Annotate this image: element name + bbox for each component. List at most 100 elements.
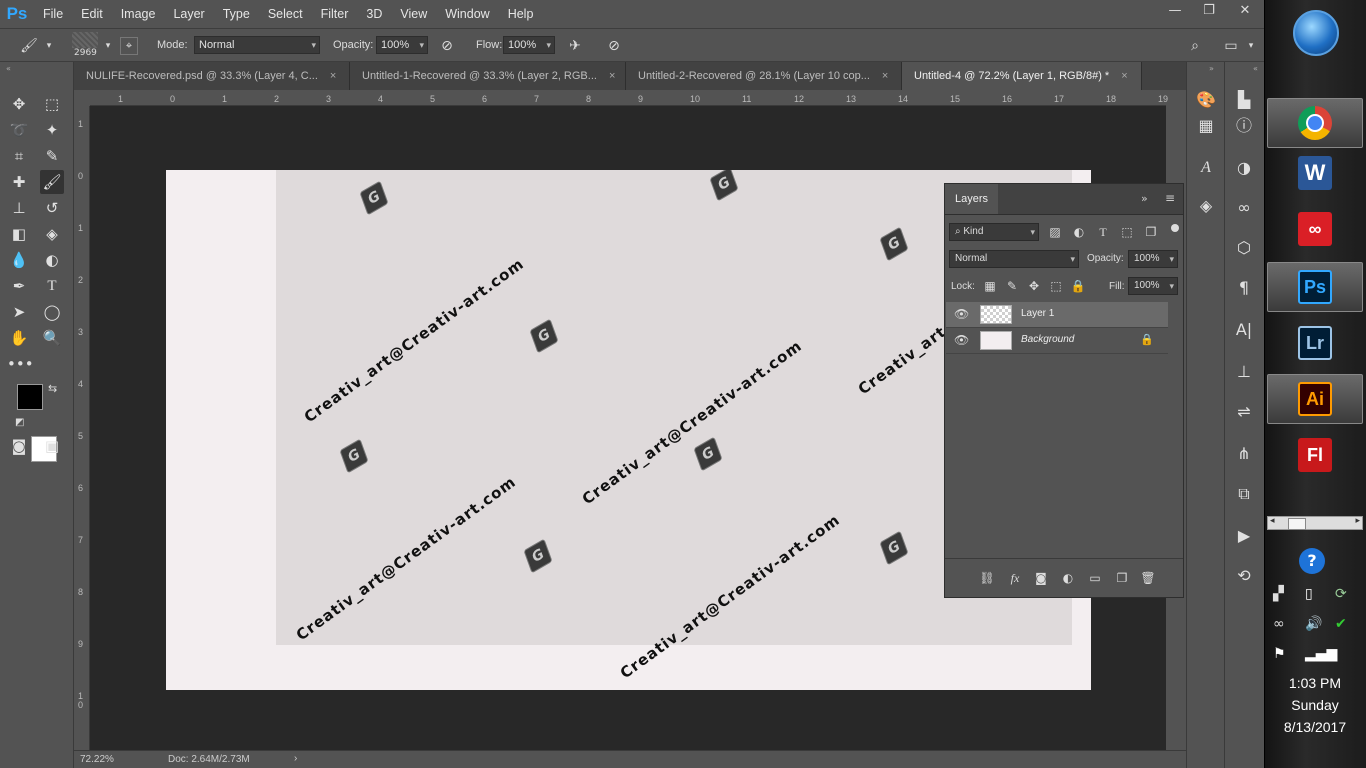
brush-size-preview[interactable] bbox=[72, 32, 98, 48]
swatches-panel-icon[interactable]: ▦ bbox=[1194, 114, 1218, 138]
history-brush-tool-icon[interactable]: ↺ bbox=[40, 196, 64, 220]
chevron-down-icon[interactable]: ▾ bbox=[99, 37, 117, 55]
lock-position-icon[interactable]: ✥ bbox=[1026, 278, 1042, 294]
close-icon[interactable]: × bbox=[1121, 70, 1127, 82]
link-layers-icon[interactable]: ⛓ bbox=[979, 570, 995, 586]
eraser-tool-icon[interactable]: ◧ bbox=[7, 222, 31, 246]
eyedropper-tool-icon[interactable]: ✎ bbox=[40, 144, 64, 168]
scroll-thumb[interactable] bbox=[1288, 518, 1306, 530]
menu-select[interactable]: Select bbox=[259, 7, 312, 21]
character-icon[interactable]: A| bbox=[1232, 318, 1256, 342]
update-tray-icon[interactable]: ⟳ bbox=[1335, 586, 1347, 602]
taskbar-scrollbar[interactable]: ◂ ▸ bbox=[1267, 516, 1363, 530]
healing-brush-tool-icon[interactable]: ✚ bbox=[7, 170, 31, 194]
lock-transparent-icon[interactable]: ▦ bbox=[982, 278, 998, 294]
network-tray-icon[interactable]: ▞ bbox=[1273, 586, 1284, 602]
close-button[interactable]: ✕ bbox=[1226, 0, 1264, 22]
clock[interactable]: 1:03 PM Sunday 8/13/2017 bbox=[1265, 672, 1365, 738]
libraries-icon[interactable]: ∞ bbox=[1232, 196, 1256, 220]
vertical-ruler[interactable]: 101234567891 0 bbox=[74, 106, 90, 750]
ellipse-tool-icon[interactable]: ◯ bbox=[40, 300, 64, 324]
close-icon[interactable]: × bbox=[330, 70, 336, 82]
new-layer-icon[interactable]: ❐ bbox=[1114, 570, 1130, 586]
filter-kind-select[interactable]: ⌕ Kind ▾ bbox=[949, 223, 1039, 241]
menu-view[interactable]: View bbox=[391, 7, 436, 21]
pressure-opacity-icon[interactable]: ⊘ bbox=[438, 37, 456, 55]
filter-pixel-icon[interactable]: ▨ bbox=[1047, 224, 1063, 240]
layer-row-layer-1[interactable]: 👁 Layer 1 bbox=[946, 302, 1168, 328]
filter-adjustment-icon[interactable]: ◐ bbox=[1071, 224, 1087, 240]
info-icon[interactable]: ⓘ bbox=[1232, 114, 1256, 138]
path-select-tool-icon[interactable]: ➤ bbox=[7, 300, 31, 324]
type-tool-icon[interactable]: T bbox=[40, 274, 64, 298]
volume-icon[interactable]: 🔊 bbox=[1305, 616, 1322, 632]
color-panel-icon[interactable]: 🎨 bbox=[1194, 88, 1218, 112]
filter-smart-object-icon[interactable]: ❐ bbox=[1143, 224, 1159, 240]
tab-untitled-2[interactable]: Untitled-2-Recovered @ 28.1% (Layer 10 c… bbox=[626, 62, 902, 90]
adjustments-icon[interactable]: ◑ bbox=[1232, 156, 1256, 180]
collapse-icon[interactable]: » bbox=[1209, 64, 1214, 73]
scroll-left-icon[interactable]: ◂ bbox=[1270, 516, 1275, 526]
taskbar-app-flash[interactable]: Fl bbox=[1267, 430, 1363, 480]
airbrush-icon[interactable]: ✈ bbox=[566, 37, 584, 55]
marquee-tool-icon[interactable]: ⬚ bbox=[40, 92, 64, 116]
start-button[interactable] bbox=[1293, 10, 1339, 56]
layers-tab[interactable]: Layers bbox=[945, 184, 999, 214]
eye-icon[interactable]: 👁 bbox=[954, 307, 969, 321]
collapse-panel-icon[interactable]: » bbox=[1141, 192, 1148, 205]
menu-layer[interactable]: Layer bbox=[164, 7, 213, 21]
panel-menu-icon[interactable]: ≡ bbox=[1165, 191, 1175, 205]
filter-type-icon[interactable]: T bbox=[1095, 224, 1111, 240]
menu-filter[interactable]: Filter bbox=[312, 7, 358, 21]
taskbar-app-photoshop[interactable]: Ps bbox=[1267, 262, 1363, 312]
layer-opacity-field[interactable]: 100% ▾ bbox=[1128, 250, 1178, 268]
hand-tool-icon[interactable]: ✋ bbox=[7, 326, 31, 350]
lock-artboard-icon[interactable]: ⬚ bbox=[1048, 278, 1064, 294]
power-tray-icon[interactable]: ▯ bbox=[1305, 586, 1313, 602]
close-icon[interactable]: × bbox=[609, 70, 615, 82]
dodge-tool-icon[interactable]: ◐ bbox=[40, 248, 64, 272]
paint-bucket-tool-icon[interactable]: ◈ bbox=[40, 222, 64, 246]
3d-icon[interactable]: ⬡ bbox=[1232, 236, 1256, 260]
signal-bars-icon[interactable]: ▂▄▆ bbox=[1305, 646, 1337, 662]
character-style-icon[interactable]: A bbox=[1194, 156, 1218, 180]
lock-pixels-icon[interactable]: ✎ bbox=[1004, 278, 1020, 294]
histogram-icon[interactable]: ▙ bbox=[1232, 88, 1256, 112]
taskbar-app-illustrator[interactable]: Ai bbox=[1267, 374, 1363, 424]
status-menu-arrow[interactable]: › bbox=[294, 753, 297, 764]
delete-layer-icon[interactable]: 🗑 bbox=[1140, 570, 1156, 586]
tab-untitled-1[interactable]: Untitled-1-Recovered @ 33.3% (Layer 2, R… bbox=[350, 62, 626, 90]
menu-window[interactable]: Window bbox=[436, 7, 498, 21]
taskbar-app-word[interactable]: W bbox=[1267, 148, 1363, 198]
brush-presets-icon[interactable]: ⋔ bbox=[1232, 442, 1256, 466]
pen-tool-icon[interactable]: ✒ bbox=[7, 274, 31, 298]
workspace-icon[interactable]: ▭ bbox=[1222, 37, 1240, 55]
horizontal-ruler[interactable]: 1 0 1 2 3 4 5 6 7 8 9 10 11 12 13 14 15 16 17 18 19 bbox=[90, 90, 1168, 106]
brush-panel-icon[interactable]: ⌖ bbox=[120, 37, 138, 55]
check-tray-icon[interactable]: ✔ bbox=[1335, 616, 1347, 632]
new-group-icon[interactable]: ▭ bbox=[1087, 570, 1103, 586]
add-mask-icon[interactable]: ◙ bbox=[1033, 570, 1049, 586]
crop-tool-icon[interactable]: ⌗ bbox=[7, 144, 31, 168]
taskbar-app-creative-cloud[interactable]: ∞ bbox=[1267, 204, 1363, 254]
mode-select[interactable]: Normal ▾ bbox=[194, 36, 320, 54]
quick-mask-icon[interactable]: ◙ bbox=[7, 434, 31, 458]
history-icon[interactable]: ⟲ bbox=[1232, 564, 1256, 588]
fx-icon[interactable]: fx bbox=[1007, 570, 1023, 586]
cloud-tray-icon[interactable]: ∞ bbox=[1273, 616, 1285, 632]
layers-panel-icon[interactable]: ◈ bbox=[1194, 194, 1218, 218]
chevron-down-icon[interactable]: ▾ bbox=[1242, 37, 1260, 55]
more-tools-icon[interactable]: ••• bbox=[7, 352, 34, 376]
tab-untitled-4[interactable]: Untitled-4 @ 72.2% (Layer 1, RGB/8#) * × bbox=[902, 62, 1142, 90]
scroll-right-icon[interactable]: ▸ bbox=[1355, 516, 1360, 526]
eye-icon[interactable]: 👁 bbox=[954, 333, 969, 347]
taskbar-app-lightroom[interactable]: Lr bbox=[1267, 318, 1363, 368]
minimize-button[interactable]: — bbox=[1158, 0, 1192, 22]
blend-mode-select[interactable]: Normal ▾ bbox=[949, 250, 1079, 268]
zoom-level[interactable]: 72.22% bbox=[80, 754, 114, 765]
collapse-icon[interactable]: « bbox=[1253, 64, 1258, 73]
zoom-tool-icon[interactable]: 🔍 bbox=[40, 326, 64, 350]
timeline-icon[interactable]: ⧉ bbox=[1232, 482, 1256, 506]
move-tool-icon[interactable]: ✥ bbox=[7, 92, 31, 116]
properties-icon[interactable]: ⇌ bbox=[1232, 400, 1256, 424]
